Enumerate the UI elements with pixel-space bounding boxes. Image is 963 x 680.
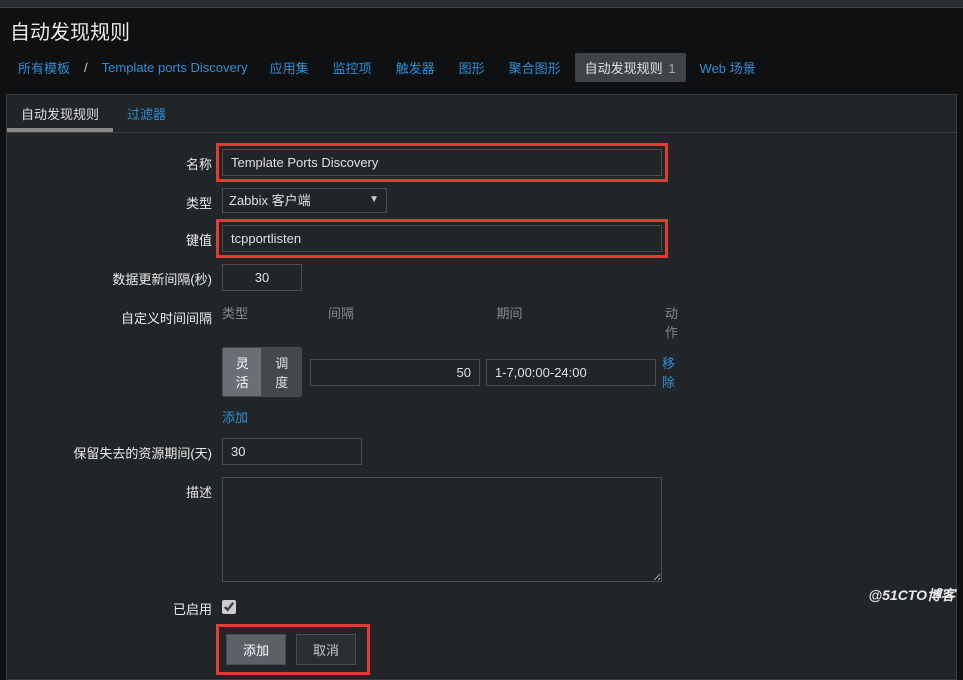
discovery-form: 名称 类型 Zabbix 客户端 键值 数据更新间隔(秒) — [7, 133, 956, 679]
nav-discovery[interactable]: 自动发现规则 1 — [575, 53, 686, 82]
update-interval-input[interactable] — [222, 264, 302, 291]
sched-head-type: 类型 — [222, 303, 328, 341]
content-panel: 自动发现规则 过滤器 名称 类型 Zabbix 客户端 键值 — [6, 94, 957, 680]
page-header: 自动发现规则 所有模板 / Template ports Discovery 应… — [0, 8, 963, 94]
page-title: 自动发现规则 — [10, 16, 953, 45]
cancel-button[interactable]: 取消 — [296, 634, 356, 665]
name-input[interactable] — [222, 149, 662, 176]
nav-discovery-label: 自动发现规则 — [585, 61, 663, 76]
key-label: 键值 — [17, 225, 222, 249]
schedule-remove-link[interactable]: 移除 — [662, 353, 682, 391]
keep-lost-input[interactable] — [222, 438, 362, 465]
nav-items[interactable]: 监控项 — [323, 53, 382, 82]
description-label: 描述 — [17, 477, 222, 501]
enabled-checkbox[interactable] — [222, 600, 236, 614]
keep-lost-label: 保留失去的资源期间(天) — [17, 438, 222, 462]
sched-head-action: 动作 — [665, 303, 682, 341]
breadcrumb-template[interactable]: Template ports Discovery — [94, 56, 256, 79]
name-label: 名称 — [17, 149, 222, 173]
schedule-add-link[interactable]: 添加 — [222, 407, 248, 426]
schedule-type-segment: 灵活 调度 — [222, 347, 302, 397]
top-strip — [0, 0, 963, 8]
type-label: 类型 — [17, 188, 222, 212]
type-select[interactable]: Zabbix 客户端 — [222, 188, 387, 213]
custom-interval-label: 自定义时间间隔 — [17, 303, 222, 327]
update-interval-label: 数据更新间隔(秒) — [17, 264, 222, 288]
nav-web[interactable]: Web 场景 — [690, 53, 766, 82]
breadcrumb-nav: 所有模板 / Template ports Discovery 应用集 监控项 … — [10, 53, 953, 88]
tab-rule[interactable]: 自动发现规则 — [7, 95, 113, 132]
form-tabs: 自动发现规则 过滤器 — [7, 95, 956, 133]
submit-button[interactable]: 添加 — [226, 634, 286, 665]
nav-triggers[interactable]: 触发器 — [386, 53, 445, 82]
schedule-interval-input[interactable] — [310, 359, 480, 386]
tab-filter[interactable]: 过滤器 — [113, 95, 180, 132]
schedule-period-input[interactable] — [486, 359, 656, 386]
key-input[interactable] — [222, 225, 662, 252]
breadcrumb-all-templates[interactable]: 所有模板 — [10, 54, 78, 81]
nav-graphs[interactable]: 图形 — [449, 53, 495, 82]
nav-screens[interactable]: 聚合图形 — [499, 53, 571, 82]
sched-head-period: 期间 — [496, 303, 665, 341]
seg-schedule-button[interactable]: 调度 — [262, 348, 300, 396]
nav-applications[interactable]: 应用集 — [260, 53, 319, 82]
sched-head-interval: 间隔 — [328, 303, 497, 341]
seg-flexible-button[interactable]: 灵活 — [223, 348, 262, 396]
nav-discovery-count: 1 — [668, 61, 675, 76]
enabled-label: 已启用 — [17, 594, 222, 618]
description-textarea[interactable] — [222, 477, 662, 582]
schedule-table: 类型 间隔 期间 动作 灵活 调度 移除 添加 — [222, 303, 682, 426]
watermark: @51CTO博客 — [868, 585, 955, 605]
breadcrumb-sep: / — [82, 60, 90, 75]
